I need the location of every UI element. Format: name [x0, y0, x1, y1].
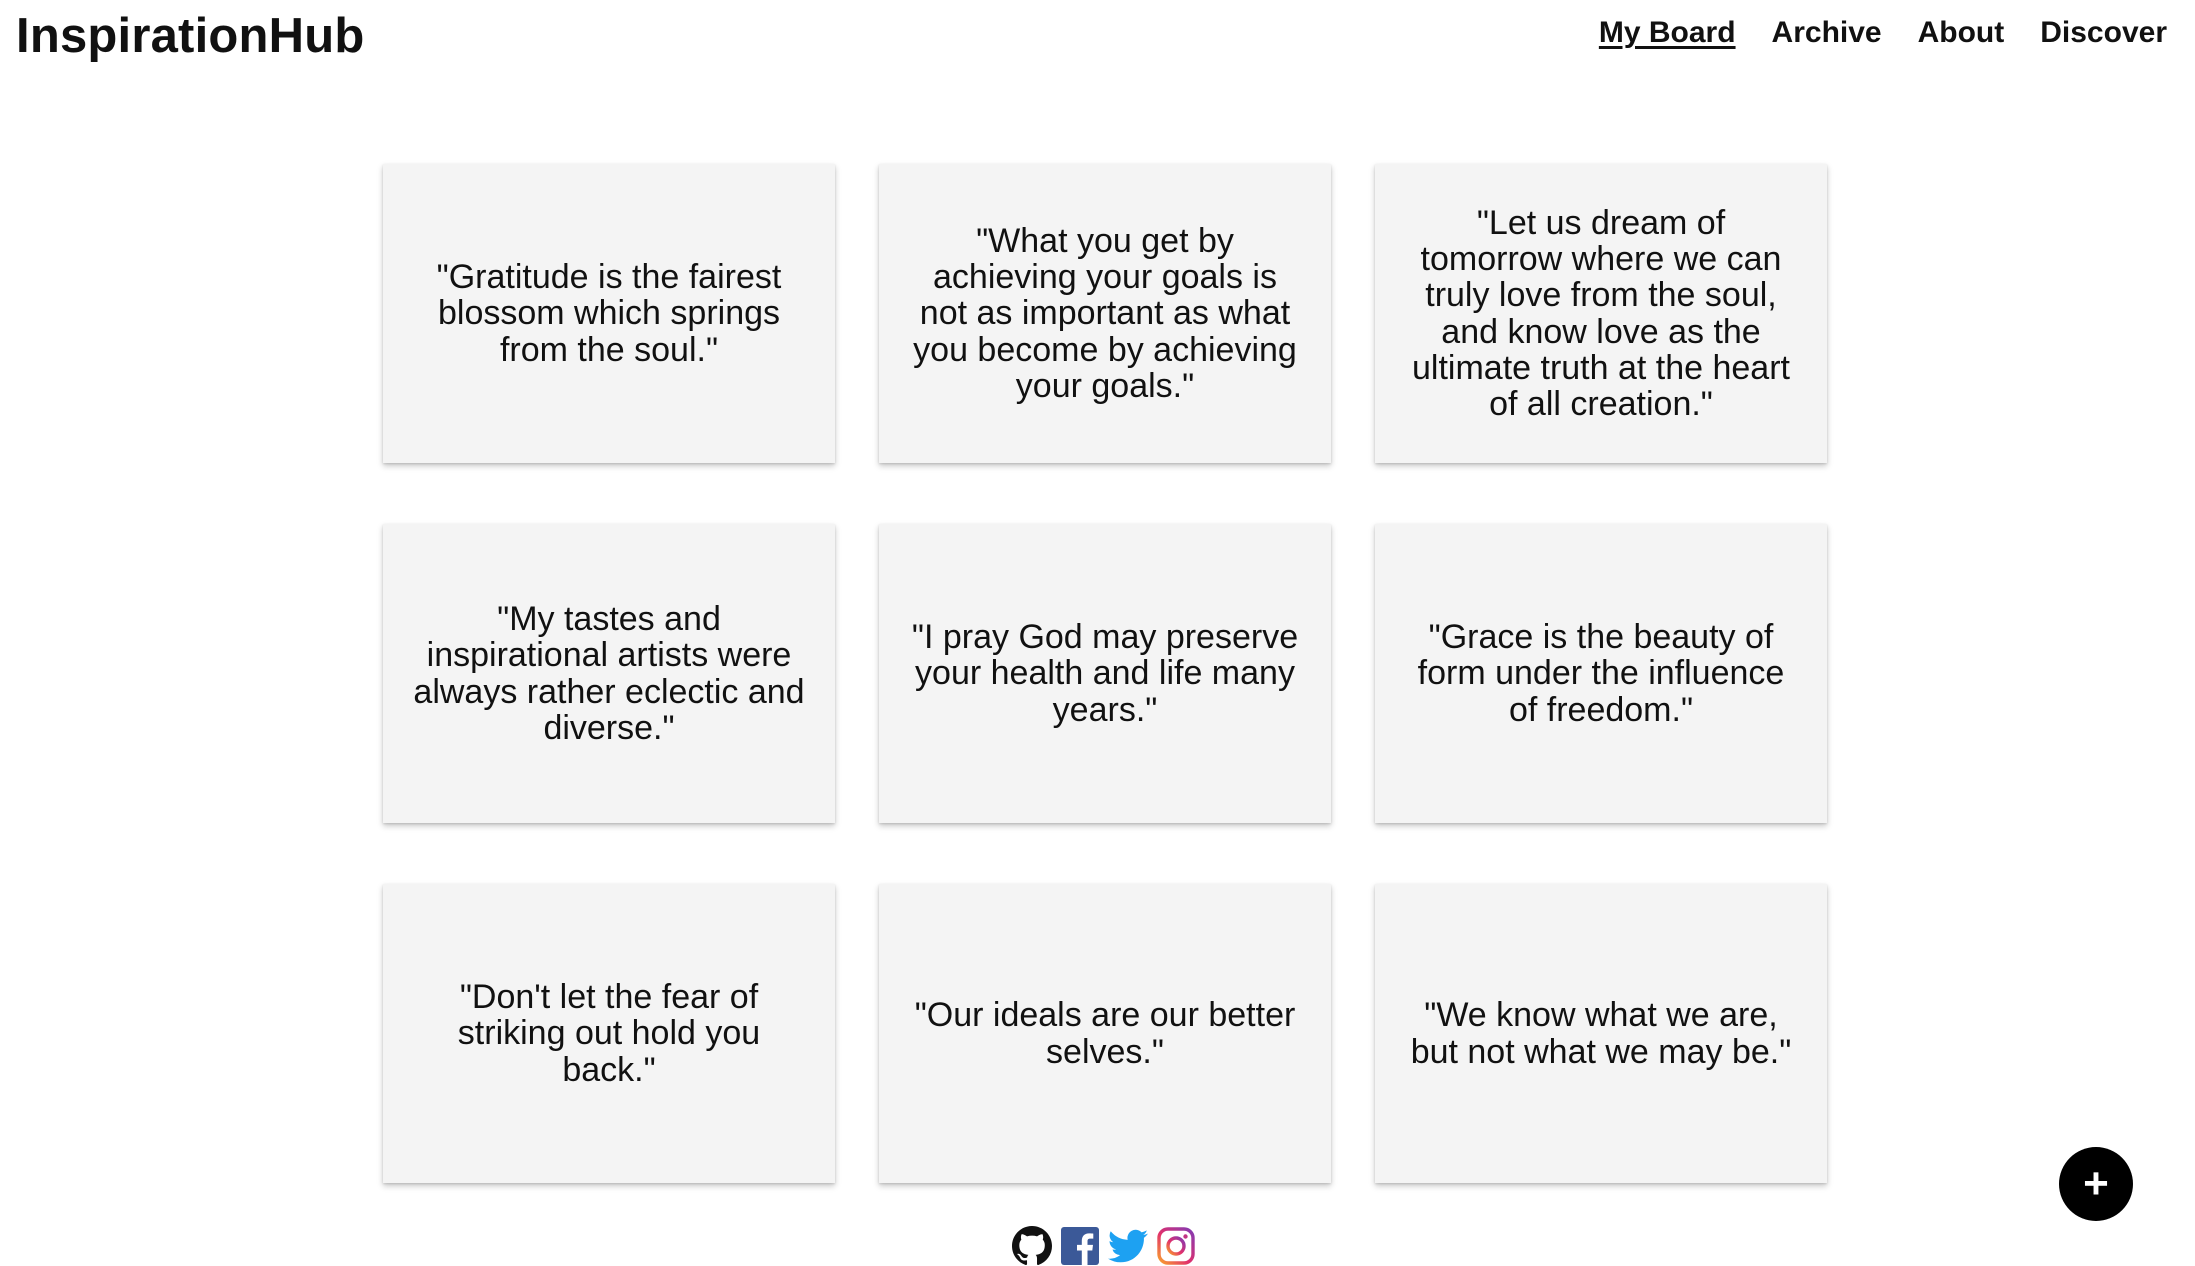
top-header: InspirationHub My Board Archive About Di…	[0, 0, 2195, 75]
nav-link-discover[interactable]: Discover	[2040, 16, 2167, 50]
quote-text: "What you get by achieving your goals is…	[913, 222, 1297, 405]
quote-text: "Let us dream of tomorrow where we can t…	[1412, 204, 1790, 423]
quote-text: "I pray God may preserve your health and…	[911, 618, 1299, 729]
quote-text: "My tastes and inspirational artists wer…	[413, 600, 805, 747]
quote-text: "Don't let the fear of striking out hold…	[457, 978, 761, 1089]
nav-link-my-board[interactable]: My Board	[1599, 16, 1736, 50]
twitter-icon[interactable]	[1108, 1226, 1148, 1266]
page: InspirationHub My Board Archive About Di…	[0, 0, 2195, 1266]
nav-link-archive[interactable]: Archive	[1772, 16, 1882, 50]
quote-card[interactable]: "My tastes and inspirational artists wer…	[383, 524, 835, 823]
add-quote-button[interactable]: +	[2059, 1147, 2133, 1221]
nav-link-about[interactable]: About	[1918, 16, 2005, 50]
quote-card[interactable]: "We know what we are, but not what we ma…	[1375, 884, 1827, 1183]
instagram-icon[interactable]	[1156, 1226, 1196, 1266]
quote-card[interactable]: "I pray God may preserve your health and…	[879, 524, 1331, 823]
quote-card[interactable]: "Our ideals are our better selves."	[879, 884, 1331, 1183]
github-icon[interactable]	[1012, 1226, 1052, 1266]
facebook-icon[interactable]	[1060, 1226, 1100, 1266]
quote-card[interactable]: "What you get by achieving your goals is…	[879, 164, 1331, 463]
main-nav: My Board Archive About Discover	[1599, 16, 2167, 50]
social-links	[1012, 1226, 1196, 1266]
quote-card[interactable]: "Grace is the beauty of form under the i…	[1375, 524, 1827, 823]
quote-text: "Grace is the beauty of form under the i…	[1417, 618, 1785, 729]
quote-card[interactable]: "Don't let the fear of striking out hold…	[383, 884, 835, 1183]
quote-card[interactable]: "Gratitude is the fairest blossom which …	[383, 164, 835, 463]
quote-text: "Our ideals are our better selves."	[914, 996, 1296, 1071]
quote-text: "We know what we are, but not what we ma…	[1410, 996, 1792, 1071]
quote-board: "Gratitude is the fairest blossom which …	[383, 164, 1827, 1183]
quote-card[interactable]: "Let us dream of tomorrow where we can t…	[1375, 164, 1827, 463]
quote-text: "Gratitude is the fairest blossom which …	[436, 258, 782, 369]
brand-logo[interactable]: InspirationHub	[16, 8, 365, 64]
